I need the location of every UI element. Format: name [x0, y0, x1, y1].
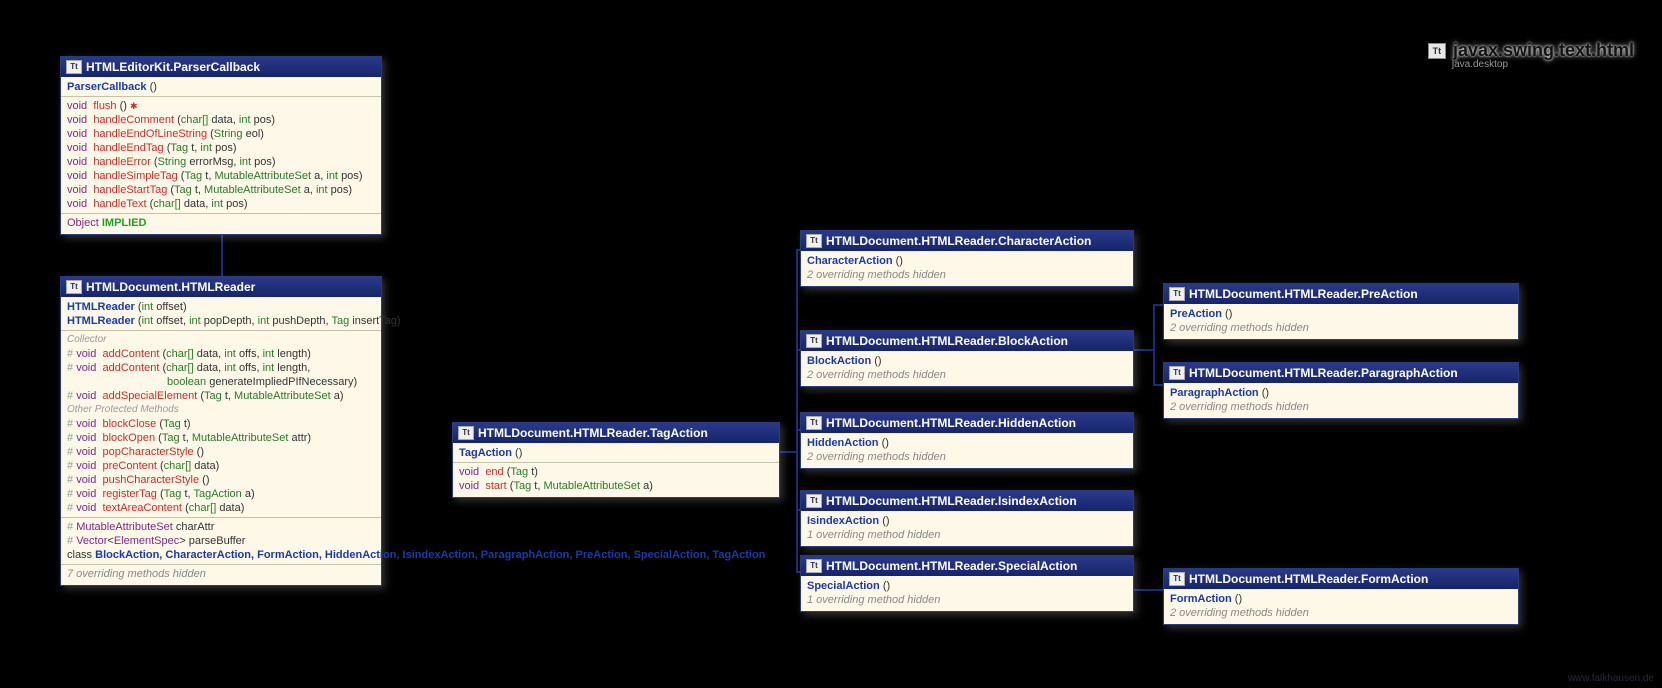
class-box-parser-callback: Tt HTMLEditorKit.ParserCallback ParserCa… [60, 56, 382, 235]
class-icon: Tt [806, 494, 822, 508]
class-title: HTMLDocument.HTMLReader.HiddenAction [826, 416, 1076, 430]
class-box-pre-action: TtHTMLDocument.HTMLReader.PreAction PreA… [1163, 283, 1519, 340]
box-header: Tt HTMLEditorKit.ParserCallback [61, 57, 381, 77]
box-header: Tt HTMLDocument.HTMLReader [61, 277, 381, 297]
class-box-block-action: TtHTMLDocument.HTMLReader.BlockAction Bl… [800, 330, 1134, 387]
package-title: Tt javax.swing.text.html java.desktop [1428, 40, 1634, 70]
class-icon: Tt [66, 60, 82, 74]
class-title: HTMLDocument.HTMLReader.PreAction [1189, 287, 1418, 301]
box-body: HTMLReader (int offset) HTMLReader (int … [61, 297, 381, 585]
class-icon: Tt [806, 334, 822, 348]
class-title: HTMLDocument.HTMLReader.BlockAction [826, 334, 1068, 348]
class-box-paragraph-action: Tt HTMLDocument.HTMLReader.ParagraphActio… [1163, 362, 1519, 419]
class-icon: Tt [1169, 287, 1185, 301]
class-title: HTMLDocument.HTMLReader.CharacterAction [826, 234, 1091, 248]
class-icon: Tt [66, 280, 82, 294]
class-box-special-action: TtHTMLDocument.HTMLReader.SpecialAction … [800, 555, 1134, 612]
class-icon: Tt [806, 234, 822, 248]
class-title: HTMLDocument.HTMLReader.ParagraphAction [1189, 366, 1458, 380]
class-box-character-action: Tt HTMLDocument.HTMLReader.CharacterActio… [800, 230, 1134, 287]
package-module: java.desktop [1452, 59, 1634, 70]
class-box-isindex-action: TtHTMLDocument.HTMLReader.IsindexAction … [800, 490, 1134, 547]
class-box-tag-action: TtHTMLDocument.HTMLReader.TagAction TagA… [452, 422, 780, 498]
package-name: javax.swing.text.html [1453, 40, 1634, 60]
class-title: HTMLDocument.HTMLReader.TagAction [478, 426, 708, 440]
class-icon: Tt [806, 416, 822, 430]
class-title: HTMLDocument.HTMLReader.SpecialAction [826, 559, 1077, 573]
class-title: HTMLEditorKit.ParserCallback [86, 60, 260, 74]
package-icon: Tt [1428, 43, 1446, 59]
class-box-html-reader: Tt HTMLDocument.HTMLReader HTMLReader (i… [60, 276, 382, 586]
class-title: HTMLDocument.HTMLReader.IsindexAction [826, 494, 1077, 508]
class-title: HTMLDocument.HTMLReader [86, 280, 255, 294]
class-box-hidden-action: TtHTMLDocument.HTMLReader.HiddenAction H… [800, 412, 1134, 469]
watermark: www.falkhausen.de [1568, 673, 1654, 684]
class-icon: Tt [458, 426, 474, 440]
class-icon: Tt [1169, 572, 1185, 586]
class-icon: Tt [806, 559, 822, 573]
class-title: HTMLDocument.HTMLReader.FormAction [1189, 572, 1428, 586]
constructor: ParserCallback [67, 81, 147, 93]
class-icon: Tt [1169, 366, 1185, 380]
class-box-form-action: TtHTMLDocument.HTMLReader.FormAction For… [1163, 568, 1519, 625]
box-body: ParserCallback () void flush () ✱ void h… [61, 77, 381, 234]
